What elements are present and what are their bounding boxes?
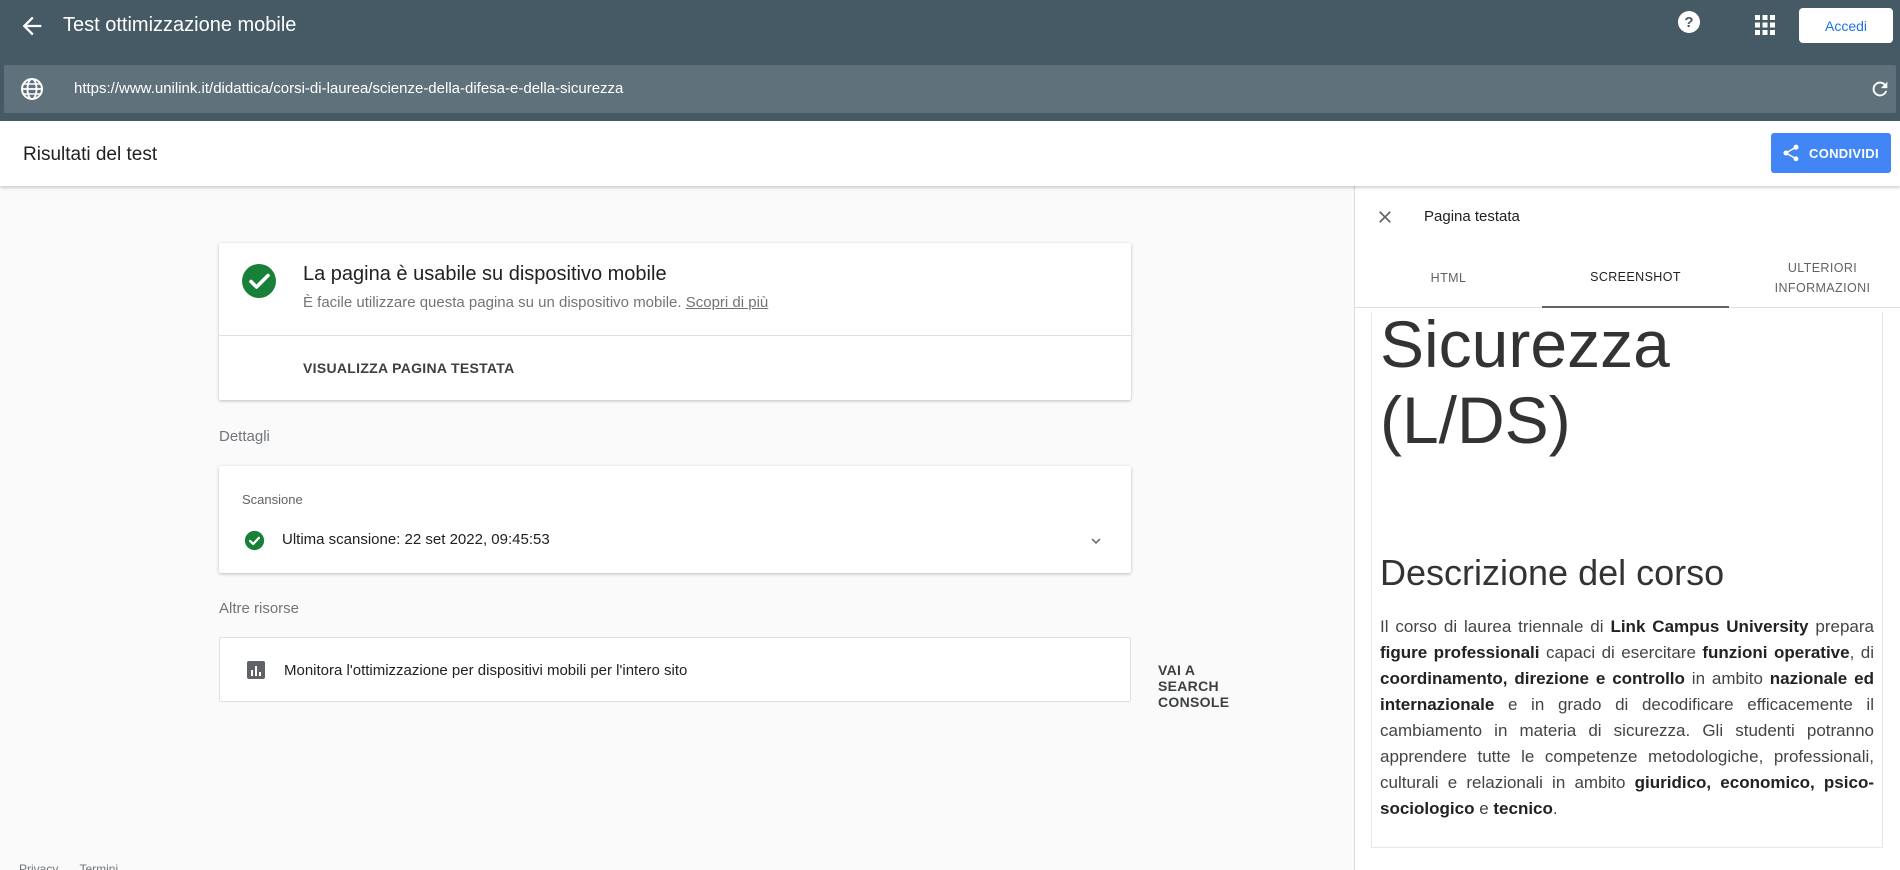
privacy-link[interactable]: Privacy bbox=[19, 862, 58, 870]
tab-more-info-label: ULTERIORI INFORMAZIONI bbox=[1774, 261, 1871, 295]
chevron-down-icon[interactable] bbox=[1087, 532, 1105, 550]
resources-text: Monitora l'ottimizzazione per dispositiv… bbox=[284, 662, 688, 679]
share-label: CONDIVIDI bbox=[1809, 145, 1879, 161]
check-circle-icon bbox=[242, 264, 276, 298]
tab-html[interactable]: HTML bbox=[1355, 248, 1542, 308]
learn-more-link[interactable]: Scopri di più bbox=[686, 294, 769, 311]
screenshot-title-line2: (L/DS) bbox=[1380, 383, 1571, 457]
tab-more-info[interactable]: ULTERIORI INFORMAZIONI bbox=[1729, 248, 1900, 308]
app-bar: Test ottimizzazione mobile ? Accedi http… bbox=[0, 0, 1900, 121]
result-heading: La pagina è usabile su dispositivo mobil… bbox=[303, 263, 667, 285]
screenshot-title-line1: Sicurezza bbox=[1380, 312, 1670, 381]
tested-page-panel: Pagina testata HTML SCREENSHOT ULTERIORI… bbox=[1354, 186, 1900, 870]
details-label: Dettagli bbox=[219, 428, 270, 445]
footer: Privacy Termini bbox=[19, 862, 136, 870]
last-scan-text: Ultima scansione: 22 set 2022, 09:45:53 bbox=[282, 531, 550, 548]
reload-icon[interactable] bbox=[1869, 78, 1891, 100]
globe-icon bbox=[21, 78, 43, 100]
url-input[interactable]: https://www.unilink.it/didattica/corsi-d… bbox=[74, 80, 623, 97]
other-resources-label: Altre risorse bbox=[219, 600, 300, 617]
results-title: Risultati del test bbox=[23, 144, 158, 165]
tab-screenshot[interactable]: SCREENSHOT bbox=[1542, 248, 1729, 308]
resources-card: Monitora l'ottimizzazione per dispositiv… bbox=[219, 637, 1229, 710]
screenshot-heading: Descrizione del corso bbox=[1380, 552, 1725, 593]
results-header: Risultati del test CONDIVIDI bbox=[0, 121, 1900, 186]
close-icon[interactable] bbox=[1375, 207, 1395, 227]
help-icon[interactable]: ? bbox=[1677, 10, 1701, 34]
screenshot-paragraph: Il corso di laurea triennale di Link Cam… bbox=[1380, 617, 1875, 818]
result-subtitle: È facile utilizzare questa pagina su un … bbox=[303, 294, 768, 311]
bar-chart-icon bbox=[247, 661, 265, 679]
terms-link[interactable]: Termini bbox=[79, 862, 118, 870]
divider bbox=[219, 335, 1131, 336]
view-tested-page-button[interactable]: VISUALIZZA PAGINA TESTATA bbox=[303, 360, 515, 376]
scan-label: Scansione bbox=[242, 492, 303, 507]
search-console-link[interactable]: VAI A SEARCH CONSOLE bbox=[1158, 662, 1229, 710]
svg-text:?: ? bbox=[1684, 14, 1693, 31]
page-screenshot[interactable]: Sicurezza (L/DS) Descrizione del corso I… bbox=[1371, 312, 1883, 848]
back-arrow-icon[interactable] bbox=[18, 12, 46, 40]
screenshot-title: Sicurezza (L/DS) bbox=[1380, 312, 1670, 458]
result-subtitle-text: È facile utilizzare questa pagina su un … bbox=[303, 294, 682, 311]
panel-title: Pagina testata bbox=[1424, 208, 1520, 225]
apps-grid-icon[interactable] bbox=[1754, 14, 1776, 36]
app-title: Test ottimizzazione mobile bbox=[63, 14, 297, 36]
share-icon bbox=[1783, 144, 1799, 162]
url-bar[interactable]: https://www.unilink.it/didattica/corsi-d… bbox=[4, 65, 1896, 113]
check-circle-icon bbox=[244, 530, 265, 551]
share-button[interactable]: CONDIVIDI bbox=[1771, 133, 1891, 173]
sign-in-button[interactable]: Accedi bbox=[1799, 8, 1893, 43]
scan-card[interactable]: Scansione Ultima scansione: 22 set 2022,… bbox=[219, 466, 1131, 573]
result-card: La pagina è usabile su dispositivo mobil… bbox=[219, 243, 1131, 400]
panel-tabs: HTML SCREENSHOT ULTERIORI INFORMAZIONI bbox=[1355, 248, 1900, 308]
